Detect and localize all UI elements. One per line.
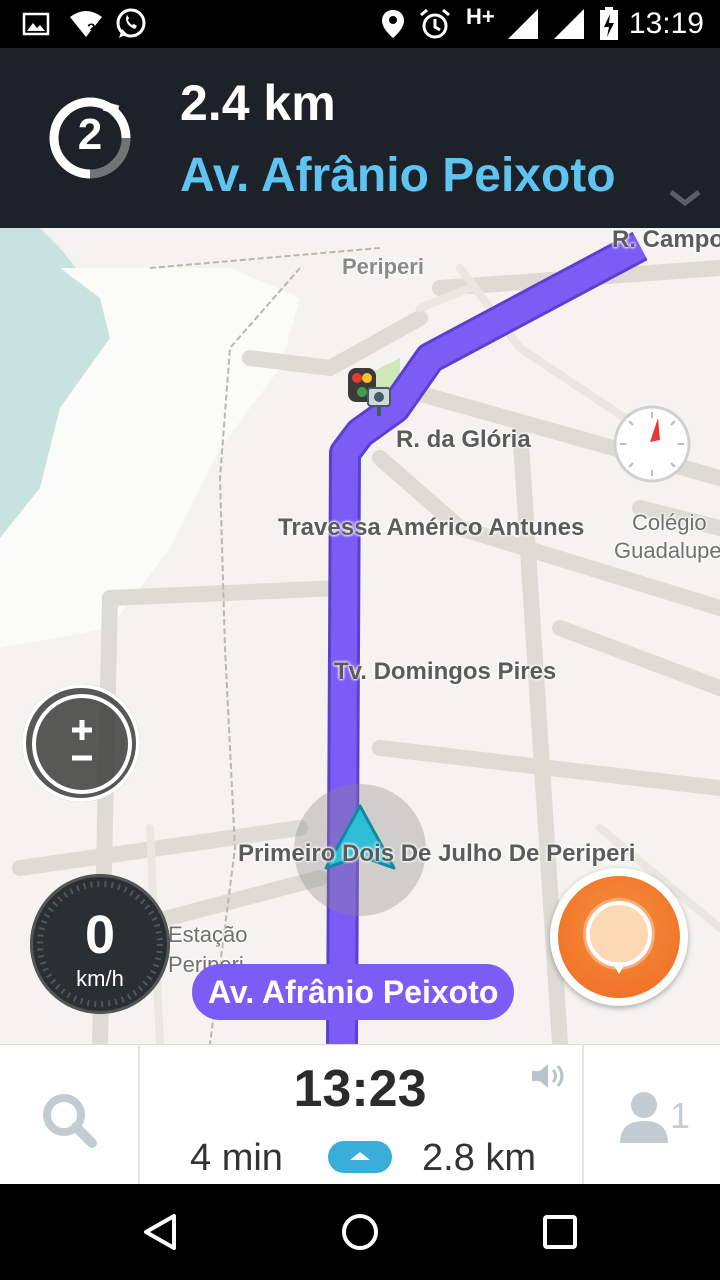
map-label: R. Campos bbox=[612, 228, 720, 253]
recents-icon[interactable] bbox=[542, 1214, 578, 1255]
passenger-count: 1 bbox=[670, 1095, 691, 1136]
route-toggle-icon[interactable] bbox=[328, 1141, 392, 1173]
map-label: Travessa Américo Antunes bbox=[278, 514, 585, 541]
map-label: Guadalupe bbox=[614, 538, 720, 563]
search-icon bbox=[43, 1094, 97, 1148]
exit-number: 2 bbox=[77, 110, 103, 159]
eta-bar: 13:23 4 min 2.8 km 1 bbox=[0, 1044, 720, 1185]
whatsapp-icon bbox=[114, 0, 148, 48]
map-label: Estação bbox=[168, 922, 248, 947]
zoom-control[interactable] bbox=[22, 684, 140, 802]
turn-distance: 2.4 km bbox=[180, 75, 336, 131]
report-pin-icon bbox=[558, 876, 680, 998]
passengers-button[interactable]: 1 bbox=[582, 1045, 720, 1185]
map-label: Periperi bbox=[342, 254, 424, 279]
network-type: H+ bbox=[466, 4, 495, 29]
svg-text:?: ? bbox=[87, 20, 96, 36]
battery-charging-icon bbox=[598, 0, 620, 48]
speaker-icon[interactable] bbox=[528, 1061, 566, 1096]
map-label: R. da Glória bbox=[396, 426, 531, 453]
status-bar: ? H+ 13:19 bbox=[0, 0, 720, 48]
android-navigation-bar bbox=[0, 1184, 720, 1280]
signal-icon bbox=[506, 0, 540, 48]
location-icon bbox=[380, 0, 406, 48]
speedometer: 0 km/h bbox=[30, 874, 170, 1014]
wifi-unknown-icon: ? bbox=[68, 0, 104, 48]
map-label: Primeiro Dois De Julho De Periperi bbox=[238, 840, 636, 867]
zoom-icon bbox=[32, 694, 132, 794]
image-notification-icon bbox=[22, 0, 50, 48]
back-icon[interactable] bbox=[140, 1212, 180, 1257]
remaining-distance: 2.8 km bbox=[422, 1137, 537, 1179]
traffic-light-icon[interactable] bbox=[346, 366, 396, 423]
alarm-icon bbox=[418, 0, 452, 48]
report-button[interactable] bbox=[550, 868, 688, 1006]
instruction-banner[interactable]: 2 2.4 km Av. Afrânio Peixoto bbox=[0, 48, 720, 228]
arrival-time[interactable]: 13:23 bbox=[140, 1059, 580, 1119]
remaining-time: 4 min bbox=[190, 1137, 283, 1179]
current-speed: 0 bbox=[84, 905, 116, 965]
home-icon[interactable] bbox=[340, 1212, 380, 1257]
map-view[interactable]: R. Campos Periperi R. da Glória Travessa… bbox=[0, 228, 720, 1044]
person-icon bbox=[620, 1092, 668, 1143]
signal-icon-2 bbox=[552, 0, 586, 48]
map-label: Tv. Domingos Pires bbox=[334, 658, 557, 685]
search-button[interactable] bbox=[0, 1045, 140, 1185]
chevron-down-icon[interactable] bbox=[668, 188, 702, 213]
speed-unit: km/h bbox=[76, 966, 124, 991]
map-label: Colégio bbox=[632, 510, 707, 535]
roundabout-icon: 2 bbox=[44, 92, 136, 184]
turn-street: Av. Afrânio Peixoto bbox=[180, 149, 616, 202]
compass-icon[interactable] bbox=[612, 404, 692, 489]
status-clock: 13:19 bbox=[628, 7, 704, 40]
current-street-label: Av. Afrânio Peixoto bbox=[192, 964, 515, 1020]
